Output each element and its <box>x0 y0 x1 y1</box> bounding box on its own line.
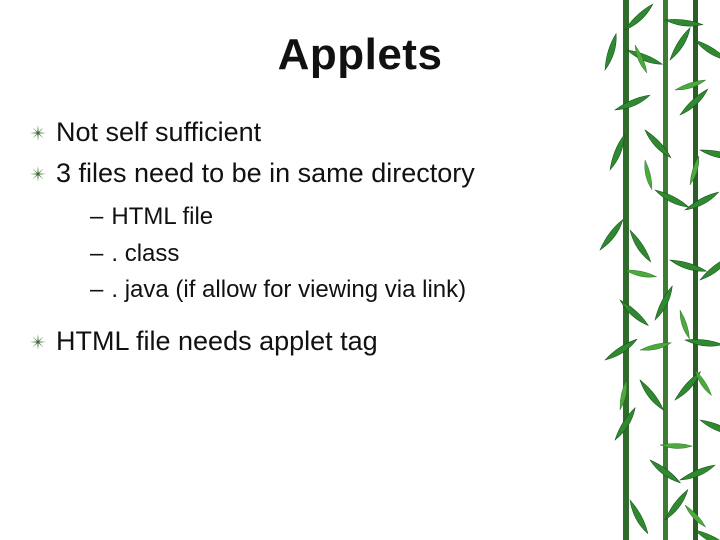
dash-icon: – <box>90 238 103 270</box>
dash-icon: – <box>90 201 103 233</box>
bullet-item: 3 files need to be in same directory <box>30 156 570 191</box>
bamboo-decoration <box>585 0 720 540</box>
sub-bullet-text: HTML file <box>111 201 213 233</box>
bullet-text: HTML file needs applet tag <box>56 324 378 359</box>
sub-bullet-item: – . java (if allow for viewing via link) <box>90 274 570 306</box>
bullet-text: Not self sufficient <box>56 115 261 150</box>
dash-icon: – <box>90 274 103 306</box>
slide: Applets Not self sufficien <box>0 0 720 540</box>
sub-bullet-text: . java (if allow for viewing via link) <box>111 274 466 306</box>
sub-bullet-item: – . class <box>90 238 570 270</box>
bullet-item: Not self sufficient <box>30 115 570 150</box>
content-area: Not self sufficient 3 fil <box>30 115 570 365</box>
starburst-icon <box>30 125 46 146</box>
starburst-icon <box>30 334 46 355</box>
starburst-icon <box>30 166 46 187</box>
sub-bullet-item: – HTML file <box>90 201 570 233</box>
bullet-text: 3 files need to be in same directory <box>56 156 475 191</box>
bullet-item: HTML file needs applet tag <box>30 324 570 359</box>
sub-bullet-text: . class <box>111 238 179 270</box>
sub-bullet-list: – HTML file – . class – . java (if allow… <box>90 201 570 306</box>
